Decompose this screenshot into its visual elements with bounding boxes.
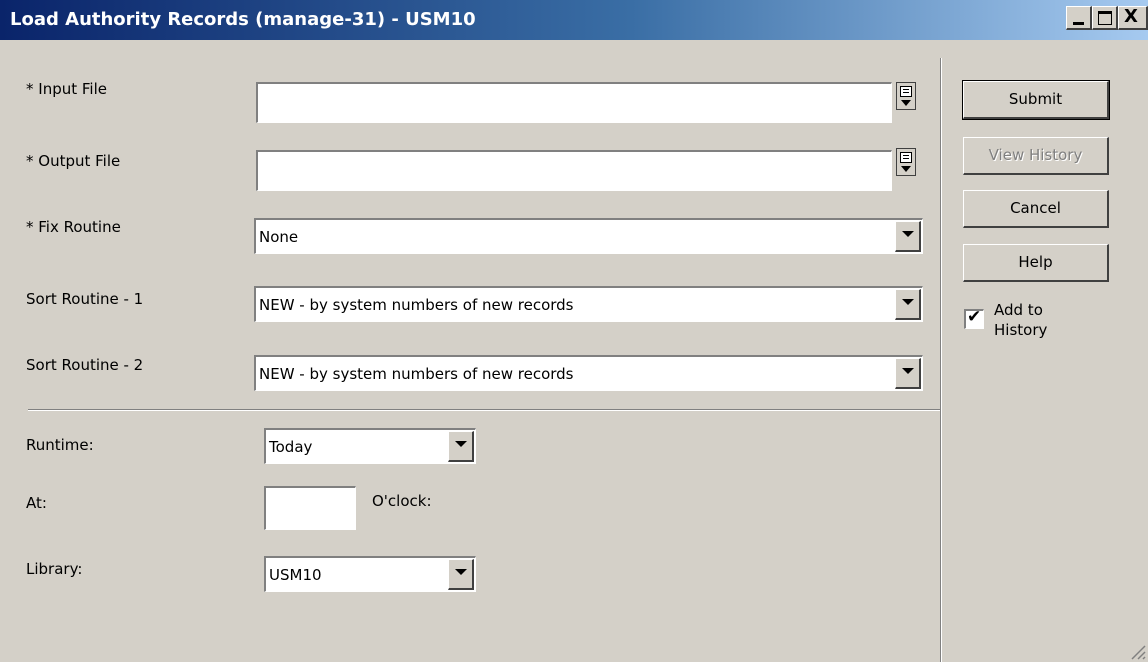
at-time-field[interactable] <box>264 486 356 530</box>
close-icon: X <box>1124 6 1138 27</box>
chevron-down-icon[interactable] <box>895 358 921 389</box>
title-bar: Load Authority Records (manage-31) - USM… <box>0 0 1148 40</box>
output-file-field[interactable] <box>256 150 892 191</box>
chevron-down-icon[interactable] <box>448 559 474 590</box>
input-file-label: * Input File <box>26 80 107 98</box>
view-history-button[interactable]: View History <box>963 137 1109 175</box>
section-divider <box>28 409 942 411</box>
chevron-down-icon[interactable] <box>448 431 474 462</box>
arrow-down-icon <box>901 166 911 172</box>
sort-routine-1-value: NEW - by system numbers of new records <box>259 295 574 314</box>
submit-button[interactable]: Submit <box>962 80 1110 120</box>
list-icon <box>900 152 912 163</box>
sort-routine-2-select[interactable]: NEW - by system numbers of new records <box>254 355 923 391</box>
help-button[interactable]: Help <box>963 244 1109 282</box>
chevron-down-icon[interactable] <box>895 221 921 252</box>
runtime-select[interactable]: Today <box>264 428 476 464</box>
output-file-input[interactable] <box>258 152 891 190</box>
list-icon <box>900 86 912 97</box>
minimize-button[interactable] <box>1066 6 1092 30</box>
runtime-label: Runtime: <box>26 436 94 454</box>
input-file-input[interactable] <box>258 84 891 122</box>
oclock-label: O'clock: <box>372 492 432 510</box>
output-file-browse-button[interactable] <box>896 148 916 176</box>
library-select[interactable]: USM10 <box>264 556 476 592</box>
close-button[interactable]: X <box>1118 6 1148 30</box>
sort-routine-2-value: NEW - by system numbers of new records <box>259 364 574 383</box>
sort-routine-2-label: Sort Routine - 2 <box>26 356 144 374</box>
fix-routine-label: * Fix Routine <box>26 218 121 236</box>
at-label: At: <box>26 494 47 512</box>
library-label: Library: <box>26 560 83 578</box>
panel-divider <box>940 58 942 662</box>
output-file-label: * Output File <box>26 152 121 170</box>
cancel-button[interactable]: Cancel <box>963 190 1109 228</box>
fix-routine-value: None <box>259 227 299 246</box>
sort-routine-1-select[interactable]: NEW - by system numbers of new records <box>254 286 923 322</box>
fix-routine-select[interactable]: None <box>254 218 923 254</box>
input-file-browse-button[interactable] <box>896 82 916 110</box>
window-title: Load Authority Records (manage-31) - USM… <box>10 9 476 30</box>
arrow-down-icon <box>901 100 911 106</box>
library-value: USM10 <box>269 565 322 584</box>
checkmark-icon: ✔ <box>967 307 982 327</box>
chevron-down-icon[interactable] <box>895 289 921 320</box>
add-to-history-label: Add to History <box>994 301 1048 339</box>
maximize-button[interactable] <box>1092 6 1118 30</box>
at-time-input[interactable] <box>266 488 355 529</box>
runtime-value: Today <box>269 437 313 456</box>
resize-grip-icon[interactable] <box>1126 640 1146 660</box>
sort-routine-1-label: Sort Routine - 1 <box>26 290 144 308</box>
input-file-field[interactable] <box>256 82 892 123</box>
add-to-history-checkbox[interactable]: ✔ <box>964 307 984 329</box>
